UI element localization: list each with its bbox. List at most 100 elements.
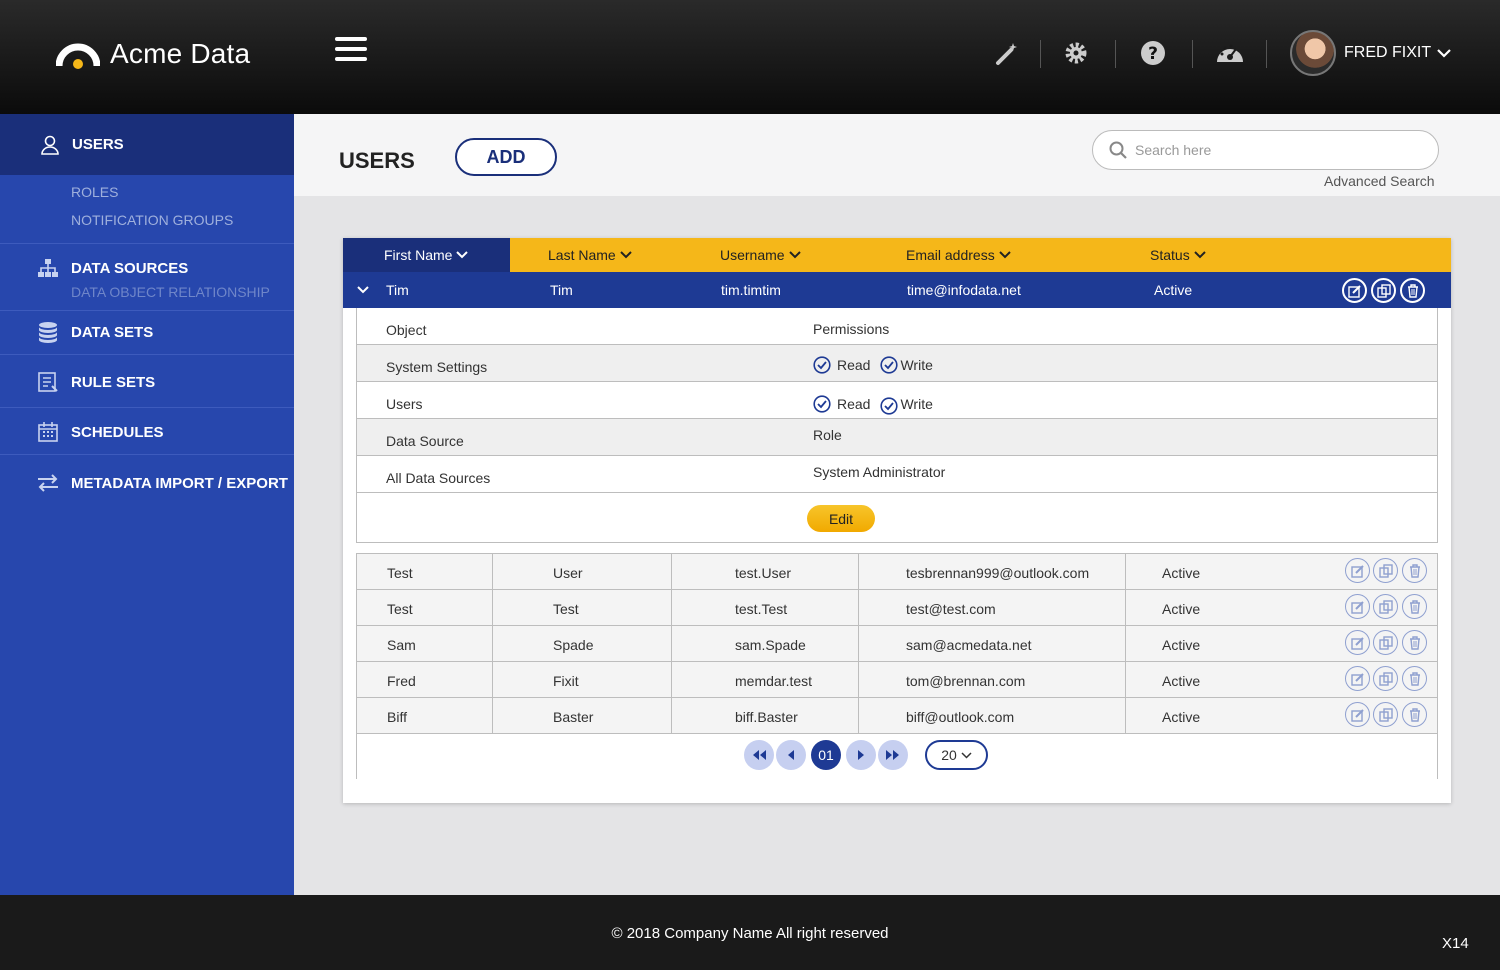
permission-row: System Settings Read Write [357,345,1437,382]
table-header: First Name Last Name Username Email addr… [343,238,1451,272]
double-chevron-right-icon [886,750,899,760]
search-box [1092,130,1439,170]
add-user-button[interactable]: ADD [455,138,557,176]
table-row[interactable]: Fred Fixit memdar.test tom@brennan.com Activ… [357,662,1437,698]
sidebar-item-data-sources[interactable]: DATA SOURCES [0,257,294,279]
logo-icon [56,43,100,69]
table-row[interactable]: Sam Spade sam.Spade sam@acmedata.net Active [357,626,1437,662]
table-row[interactable]: Test Test test.Test test@test.com Active [357,590,1437,626]
sidebar-subitem-data-object-relationship[interactable]: DATA OBJECT RELATIONSHIP [71,284,270,300]
sidebar-item-users[interactable]: USERS [0,114,294,175]
cell-first-name: Fred [387,673,416,689]
sidebar-divider [0,454,294,455]
column-header-label: Username [720,247,785,263]
search-input[interactable] [1135,142,1415,158]
sort-last-name[interactable]: Last Name [548,247,632,263]
check-circle-icon[interactable] [813,356,831,374]
copy-row-button[interactable] [1373,630,1398,655]
cell-last-name: Spade [553,637,594,653]
column-header-label: Email address [906,247,995,263]
page-size-select[interactable]: 20 [925,740,988,770]
edit-permissions-button[interactable]: Edit [807,505,875,532]
collapse-chevron-icon[interactable] [357,286,369,294]
chevron-down-icon [619,251,632,259]
delete-row-button[interactable] [1402,558,1427,583]
column-divider [1125,590,1126,626]
cell-first-name: Biff [387,709,407,725]
table-row-expanded[interactable]: Tim Tim tim.timtim time@infodata.net Act… [343,272,1451,308]
cell-username: memdar.test [735,673,813,689]
permission-values: Read Write [813,356,933,374]
sort-status[interactable]: Status [1150,247,1206,263]
prev-page-button[interactable] [776,740,806,770]
swap-arrows-icon [36,471,60,495]
chevron-right-icon [858,750,864,760]
user-menu[interactable]: FRED FIXIT [1344,44,1451,62]
hierarchy-icon [36,256,60,280]
sort-first-name[interactable]: First Name [384,247,469,263]
edit-row-button[interactable] [1345,702,1370,727]
copy-row-button[interactable] [1371,278,1396,303]
check-circle-icon[interactable] [813,395,831,413]
sidebar-item-data-sets[interactable]: DATA SETS [0,320,294,344]
delete-row-button[interactable] [1402,666,1427,691]
check-circle-icon[interactable] [880,356,899,374]
sidebar-item-metadata-import-export[interactable]: METADATA IMPORT / EXPORT [0,471,294,495]
delete-row-button[interactable] [1402,594,1427,619]
sidebar-item-label: USERS [72,136,124,153]
sidebar-item-rule-sets[interactable]: RULE SETS [0,370,294,394]
column-header-label: Last Name [548,247,616,263]
cell-email: biff@outlook.com [906,709,1015,725]
column-header-label: Status [1150,247,1190,263]
gear-icon[interactable] [1063,40,1089,66]
edit-row-button[interactable] [1345,630,1370,655]
avatar[interactable] [1290,30,1336,76]
sidebar-item-schedules[interactable]: SCHEDULES [0,420,294,444]
edit-icon [1350,672,1364,686]
cell-first-name: Test [387,565,413,581]
edit-row-button[interactable] [1345,666,1370,691]
search-icon [1109,141,1127,159]
cell-first-name: Sam [387,637,416,653]
sort-username[interactable]: Username [720,247,801,263]
data-source-header: Data Source [386,433,464,449]
advanced-search-link[interactable]: Advanced Search [1324,173,1435,189]
delete-row-button[interactable] [1400,278,1425,303]
first-page-button[interactable] [744,740,774,770]
edit-row-button[interactable] [1342,278,1367,303]
edit-row-button[interactable] [1345,558,1370,583]
next-page-button[interactable] [846,740,876,770]
copy-row-button[interactable] [1373,702,1398,727]
table-row[interactable]: Biff Baster biff.Baster biff@outlook.com Act… [357,698,1437,734]
column-divider [492,698,493,734]
delete-row-button[interactable] [1402,702,1427,727]
menu-toggle-icon[interactable] [335,37,367,61]
column-divider [858,590,859,626]
dashboard-icon[interactable] [1215,40,1245,66]
copy-row-button[interactable] [1373,594,1398,619]
sidebar-subitem-notification-groups[interactable]: NOTIFICATION GROUPS [71,212,233,228]
help-icon[interactable]: ? [1140,40,1166,66]
trash-icon [1407,283,1418,298]
copy-icon [1378,671,1393,686]
role-header: Role [813,427,842,443]
current-page[interactable]: 01 [811,740,841,770]
magic-wand-icon[interactable] [995,40,1021,66]
check-circle-icon[interactable] [880,397,899,415]
last-page-button[interactable] [878,740,908,770]
cell-username: tim.timtim [721,282,781,298]
cell-status: Active [1162,637,1201,653]
sidebar-subitem-roles[interactable]: ROLES [71,184,118,200]
edit-row-button[interactable] [1345,594,1370,619]
copy-row-button[interactable] [1373,558,1398,583]
cell-status: Active [1162,565,1201,581]
sidebar-divider [0,243,294,244]
permission-row: Users Read Write [357,382,1437,419]
delete-row-button[interactable] [1402,630,1427,655]
copy-row-button[interactable] [1373,666,1398,691]
user-name: FRED FIXIT [1344,44,1432,61]
sort-email[interactable]: Email address [906,247,1011,263]
object-header: Object [386,322,427,338]
table-row[interactable]: Test User test.User tesbrennan999@outlook.c… [357,554,1437,590]
logo[interactable]: Acme Data [56,38,250,70]
